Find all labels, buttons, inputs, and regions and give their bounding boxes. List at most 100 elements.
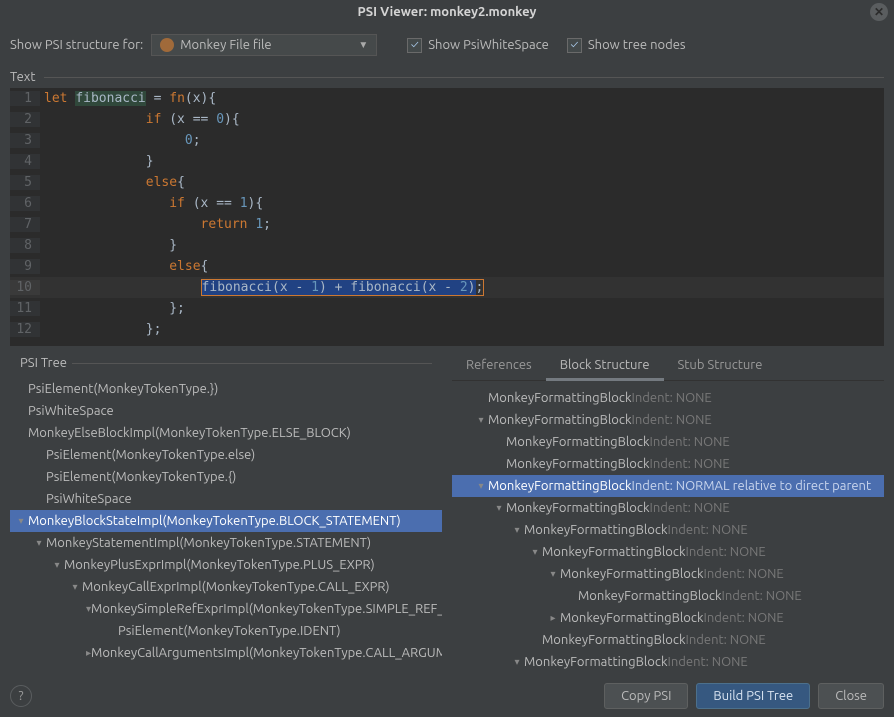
psi-tree[interactable]: PsiElement(MonkeyTokenType.}) PsiWhiteSpa… <box>10 374 442 675</box>
tree-row[interactable]: PsiWhiteSpace <box>10 400 442 422</box>
code-content: } <box>40 154 884 169</box>
tree-label: MonkeySimpleRefExprImpl(MonkeyTokenType.… <box>91 602 442 616</box>
editor-line[interactable]: 10 fibonacci(x - 1) + fibonacci(x - 2); <box>10 277 884 298</box>
block-tree[interactable]: MonkeyFormattingBlock Indent: NONE▾Monke… <box>452 383 884 675</box>
editor-line[interactable]: 8 } <box>10 235 884 256</box>
close-button[interactable]: Close <box>818 683 884 709</box>
tree-row[interactable]: MonkeyFormattingBlock Indent: NONE <box>452 453 884 475</box>
code-content: }; <box>40 301 884 316</box>
help-button[interactable]: ? <box>10 685 32 707</box>
chevron-down-icon[interactable]: ▾ <box>474 480 488 492</box>
tree-detail: Indent: NONE <box>650 457 730 471</box>
tree-row[interactable]: PsiElement(MonkeyTokenType.else) <box>10 444 442 466</box>
editor-line[interactable]: 4 } <box>10 151 884 172</box>
code-content: 0; <box>40 133 884 148</box>
code-content: if (x == 1){ <box>40 196 884 211</box>
tree-detail: Indent: NONE <box>650 501 730 515</box>
tree-row[interactable]: MonkeyElseBlockImpl(MonkeyTokenType.ELSE… <box>10 422 442 444</box>
chevron-down-icon[interactable]: ▾ <box>474 414 488 426</box>
tree-row[interactable]: ▸MonkeyFormattingBlock Indent: NONE <box>452 607 884 629</box>
line-number: 12 <box>10 322 40 337</box>
tab-stub-structure[interactable]: Stub Structure <box>664 352 777 380</box>
tree-row[interactable]: MonkeyFormattingBlock Indent: NONE <box>452 431 884 453</box>
editor-line[interactable]: 7 return 1; <box>10 214 884 235</box>
tree-row[interactable]: ▾MonkeyFormattingBlock Indent: NONE <box>452 541 884 563</box>
editor-line[interactable]: 2 if (x == 0){ <box>10 109 884 130</box>
line-number: 10 <box>10 280 40 295</box>
tree-label: MonkeyFormattingBlock <box>506 457 650 471</box>
editor-line[interactable]: 3 0; <box>10 130 884 151</box>
tree-row[interactable]: ▾MonkeyFormattingBlock Indent: NONE <box>452 409 884 431</box>
tab-block-structure[interactable]: Block Structure <box>546 352 664 381</box>
tree-row[interactable]: ▾MonkeyPlusExprImpl(MonkeyTokenType.PLUS… <box>10 554 442 576</box>
line-number: 6 <box>10 196 40 211</box>
chevron-down-icon[interactable]: ▾ <box>50 559 64 571</box>
tree-detail: Indent: NONE <box>704 567 784 581</box>
text-section-label: Text <box>0 66 894 88</box>
tree-row[interactable]: ▾MonkeyBlockStateImpl(MonkeyTokenType.BL… <box>10 510 442 532</box>
chevron-down-icon[interactable]: ▾ <box>492 502 506 514</box>
editor-line[interactable]: 9 else{ <box>10 256 884 277</box>
file-type-dropdown[interactable]: Monkey File file ▼ <box>151 34 377 56</box>
chevron-down-icon[interactable]: ▾ <box>68 581 82 593</box>
tree-label: MonkeyPlusExprImpl(MonkeyTokenType.PLUS_… <box>64 558 375 572</box>
whitespace-checkbox[interactable]: ✓ Show PsiWhiteSpace <box>407 38 549 53</box>
tree-row[interactable]: PsiElement(MonkeyTokenType.{) <box>10 466 442 488</box>
chevron-right-icon[interactable]: ▸ <box>546 612 560 624</box>
code-content: else{ <box>40 175 884 190</box>
tree-row[interactable]: ▾MonkeyFormattingBlock Indent: NORMAL re… <box>452 475 884 497</box>
tree-label: MonkeyFormattingBlock <box>578 589 722 603</box>
tree-detail: Indent: NONE <box>722 589 802 603</box>
tab-references[interactable]: References <box>452 352 546 380</box>
line-number: 11 <box>10 301 40 316</box>
tree-label: PsiWhiteSpace <box>28 404 114 418</box>
tree-row[interactable]: MonkeyFormattingBlock Indent: NONE <box>452 387 884 409</box>
tree-row[interactable]: PsiWhiteSpace <box>10 488 442 510</box>
chevron-down-icon[interactable]: ▾ <box>510 524 524 536</box>
tree-label: MonkeyElseBlockImpl(MonkeyTokenType.ELSE… <box>28 426 351 440</box>
tree-label: PsiElement(MonkeyTokenType.{) <box>46 470 236 484</box>
copy-psi-button[interactable]: Copy PSI <box>604 683 688 709</box>
tree-row[interactable]: PsiElement(MonkeyTokenType.}) <box>10 378 442 400</box>
chevron-down-icon[interactable]: ▾ <box>546 568 560 580</box>
tree-row[interactable]: PsiElement(MonkeyTokenType.IDENT) <box>10 620 442 642</box>
line-number: 5 <box>10 175 40 190</box>
chevron-down-icon[interactable]: ▾ <box>14 515 28 527</box>
editor-line[interactable]: 12 }; <box>10 319 884 340</box>
checkbox-icon: ✓ <box>567 38 582 53</box>
monkey-icon <box>160 38 174 52</box>
line-number: 4 <box>10 154 40 169</box>
tree-label: MonkeyFormattingBlock <box>524 655 668 669</box>
treenodes-checkbox[interactable]: ✓ Show tree nodes <box>567 38 686 53</box>
code-editor[interactable]: 1let fibonacci = fn(x){2 if (x == 0){3 0… <box>10 88 884 346</box>
line-number: 7 <box>10 217 40 232</box>
editor-line[interactable]: 5 else{ <box>10 172 884 193</box>
code-content: let fibonacci = fn(x){ <box>40 91 884 106</box>
chevron-down-icon[interactable]: ▾ <box>528 546 542 558</box>
code-content: } <box>40 238 884 253</box>
close-icon[interactable]: ✕ <box>870 3 888 21</box>
tree-row[interactable]: ▾MonkeyFormattingBlock Indent: NONE <box>452 497 884 519</box>
tree-row[interactable]: MonkeyFormattingBlock Indent: NONE <box>452 629 884 651</box>
tree-row[interactable]: ▾MonkeyCallExprImpl(MonkeyTokenType.CALL… <box>10 576 442 598</box>
editor-line[interactable]: 1let fibonacci = fn(x){ <box>10 88 884 109</box>
editor-line[interactable]: 11 }; <box>10 298 884 319</box>
code-content: return 1; <box>40 217 884 232</box>
tree-label: MonkeyFormattingBlock <box>542 545 686 559</box>
chevron-down-icon[interactable]: ▾ <box>510 656 524 668</box>
tree-row[interactable]: ▾MonkeyFormattingBlock Indent: NONE <box>452 519 884 541</box>
chevron-down-icon[interactable]: ▾ <box>32 537 46 549</box>
tree-row[interactable]: ▾MonkeyFormattingBlock Indent: NONE <box>452 651 884 673</box>
tree-label: PsiElement(MonkeyTokenType.else) <box>46 448 255 462</box>
editor-line[interactable]: 6 if (x == 1){ <box>10 193 884 214</box>
tree-row[interactable]: ▾MonkeySimpleRefExprImpl(MonkeyTokenType… <box>10 598 442 620</box>
tree-label: PsiWhiteSpace <box>46 492 132 506</box>
tree-label: MonkeyFormattingBlock <box>560 611 704 625</box>
tree-row[interactable]: MonkeyFormattingBlock Indent: NONE <box>452 585 884 607</box>
build-psi-tree-button[interactable]: Build PSI Tree <box>696 683 810 709</box>
tree-row[interactable]: ▾MonkeyFormattingBlock Indent: NONE <box>452 563 884 585</box>
tree-row[interactable]: ▾MonkeyStatementImpl(MonkeyTokenType.STA… <box>10 532 442 554</box>
psi-tree-panel: PSI Tree PsiElement(MonkeyTokenType.})Ps… <box>10 352 442 675</box>
tree-row[interactable]: ▸MonkeyCallArgumentsImpl(MonkeyTokenType… <box>10 642 442 664</box>
tree-detail: Indent: NONE <box>686 633 766 647</box>
